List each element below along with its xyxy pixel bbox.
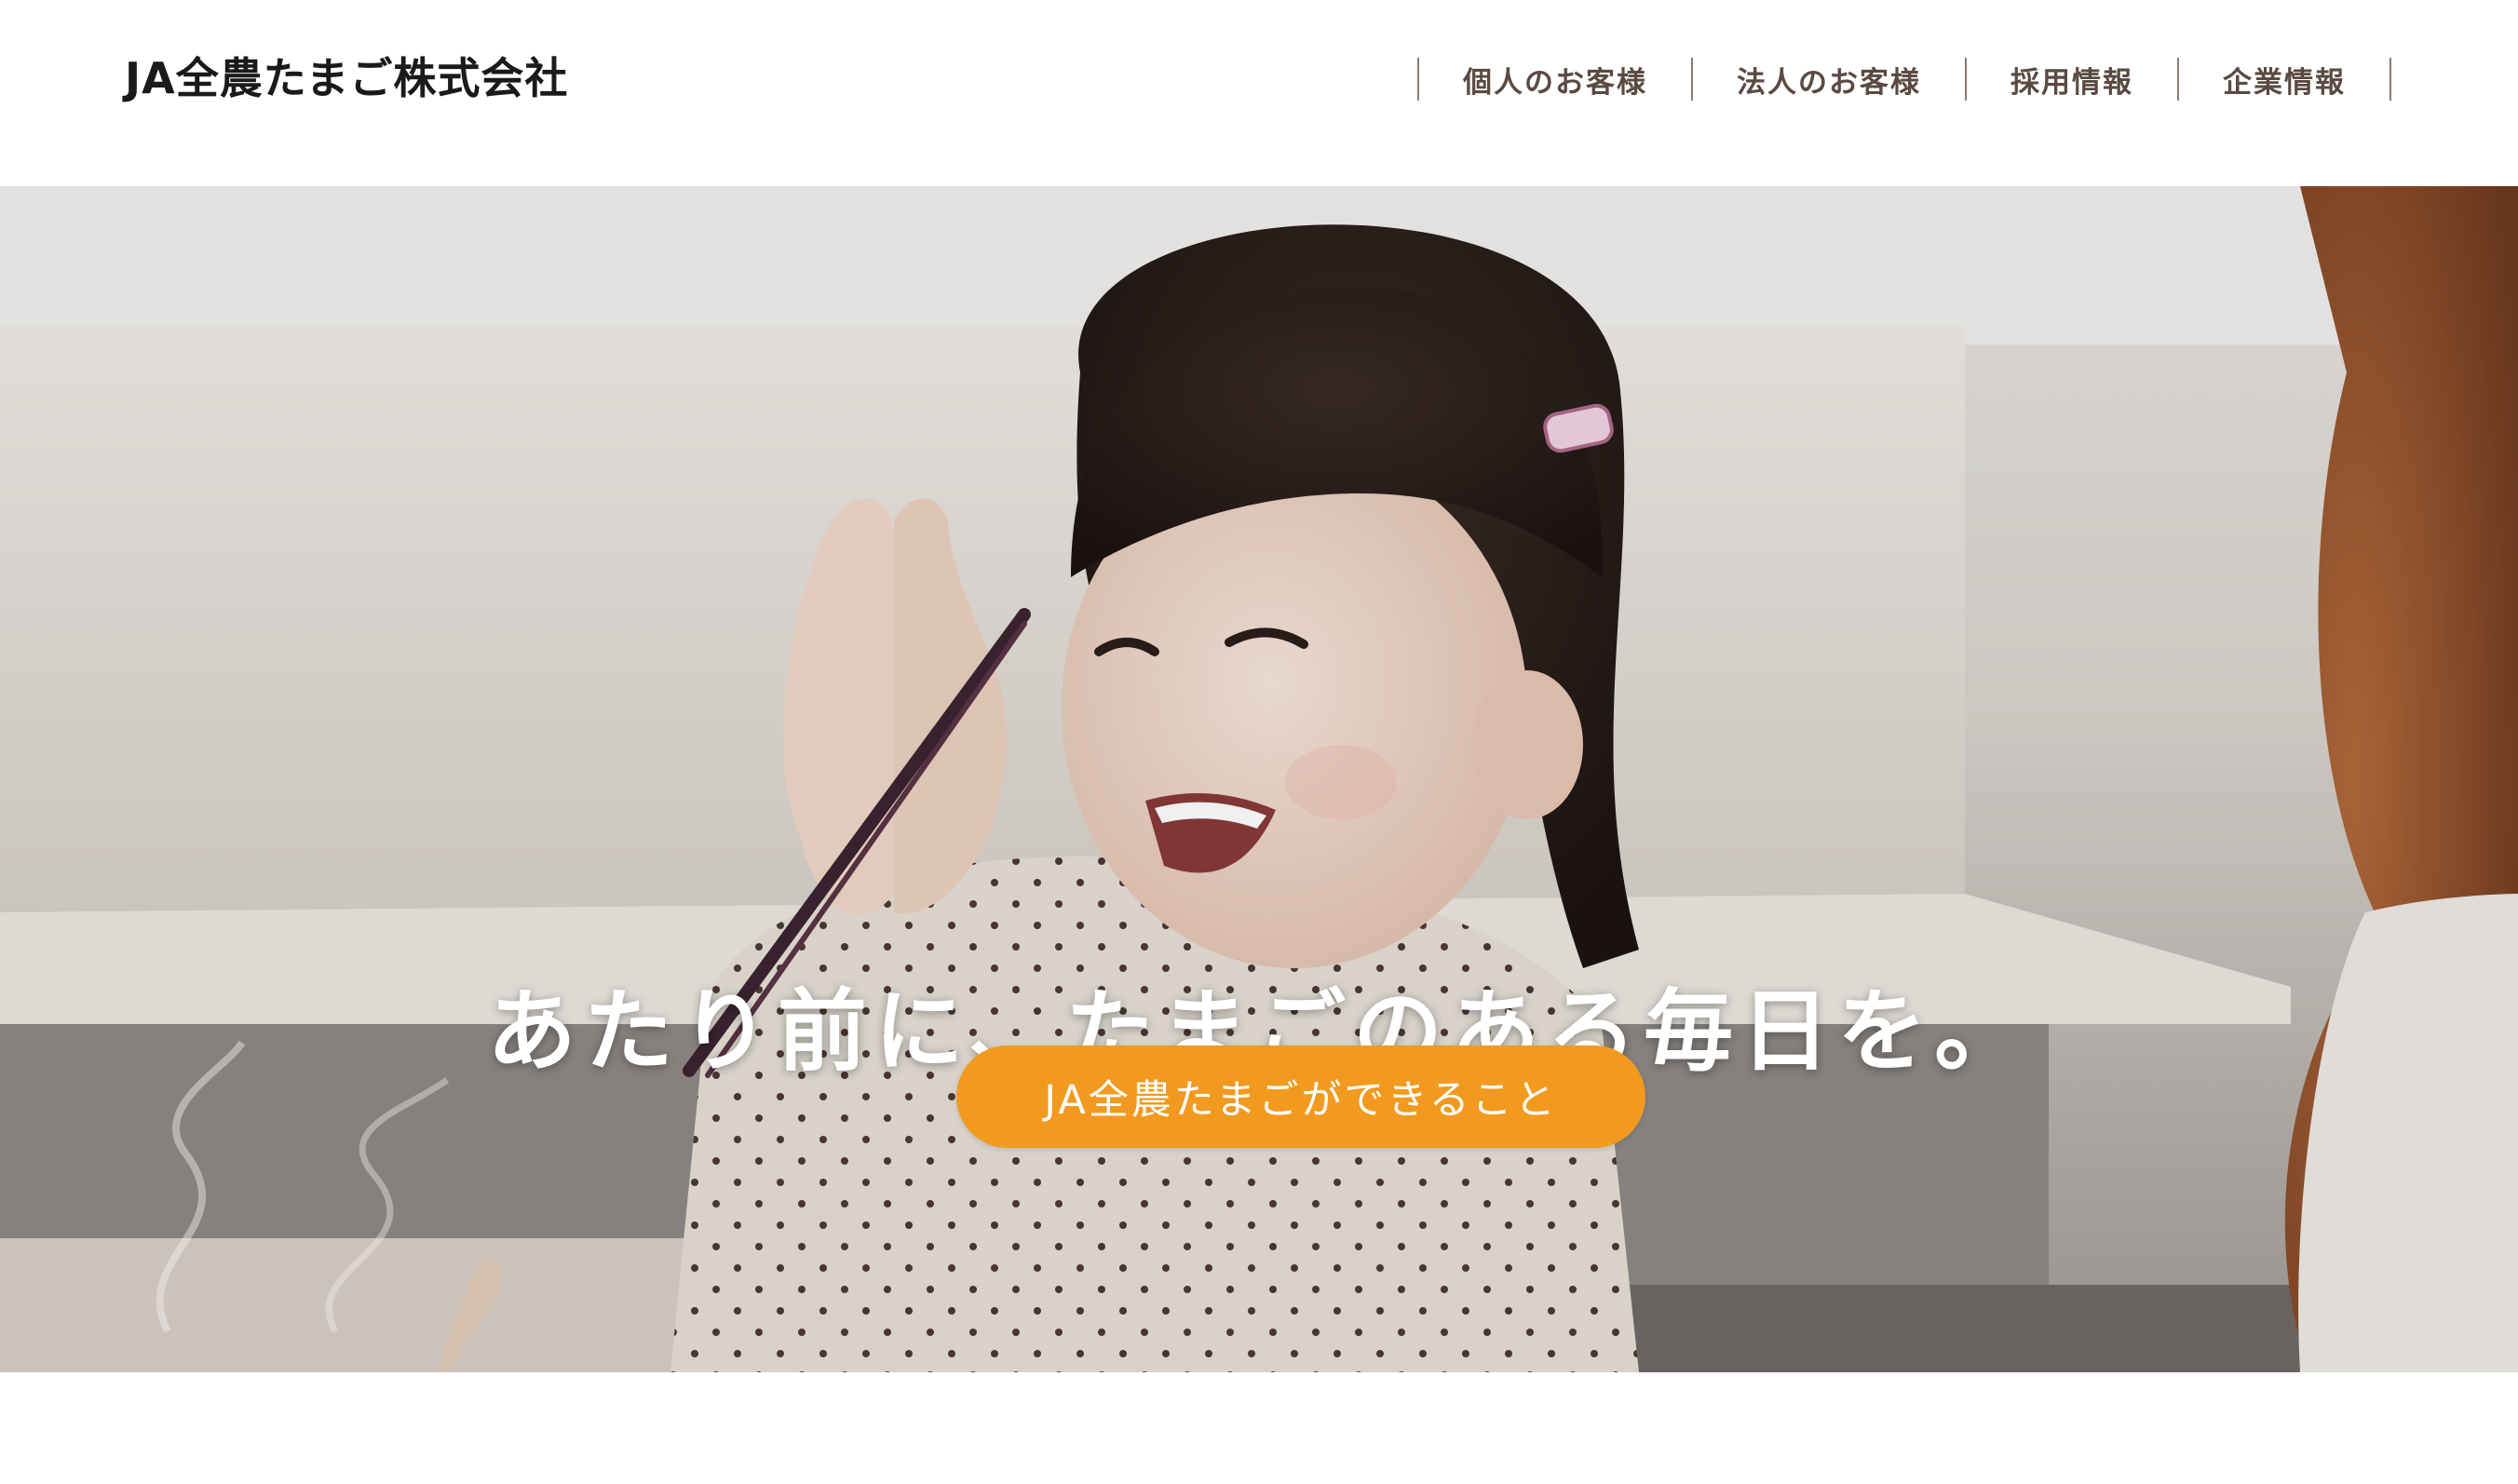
hero-section: あたり前に、たまごのある毎日を。 JA全農たまごができること: [0, 186, 2518, 1372]
company-logo[interactable]: JA全農たまご株式会社: [125, 48, 568, 108]
page: JA全農たまご株式会社 個人のお客様 法人のお客様 採用情報 企業情報 あたり前…: [0, 0, 2518, 1484]
nav-item-recruitment[interactable]: 採用情報: [1967, 58, 2179, 101]
site-header: JA全農たまご株式会社 個人のお客様 法人のお客様 採用情報 企業情報: [0, 0, 2518, 186]
main-nav: 個人のお客様 法人のお客様 採用情報 企業情報: [1417, 58, 2391, 101]
nav-item-corporate-customers[interactable]: 法人のお客様: [1693, 58, 1967, 101]
hero-photo: [0, 186, 2518, 1372]
nav-item-company-info[interactable]: 企業情報: [2179, 58, 2391, 101]
below-hero-area: [0, 1372, 2518, 1484]
cta-button[interactable]: JA全農たまごができること: [956, 1046, 1645, 1148]
nav-item-individual-customers[interactable]: 個人のお客様: [1419, 58, 1693, 101]
